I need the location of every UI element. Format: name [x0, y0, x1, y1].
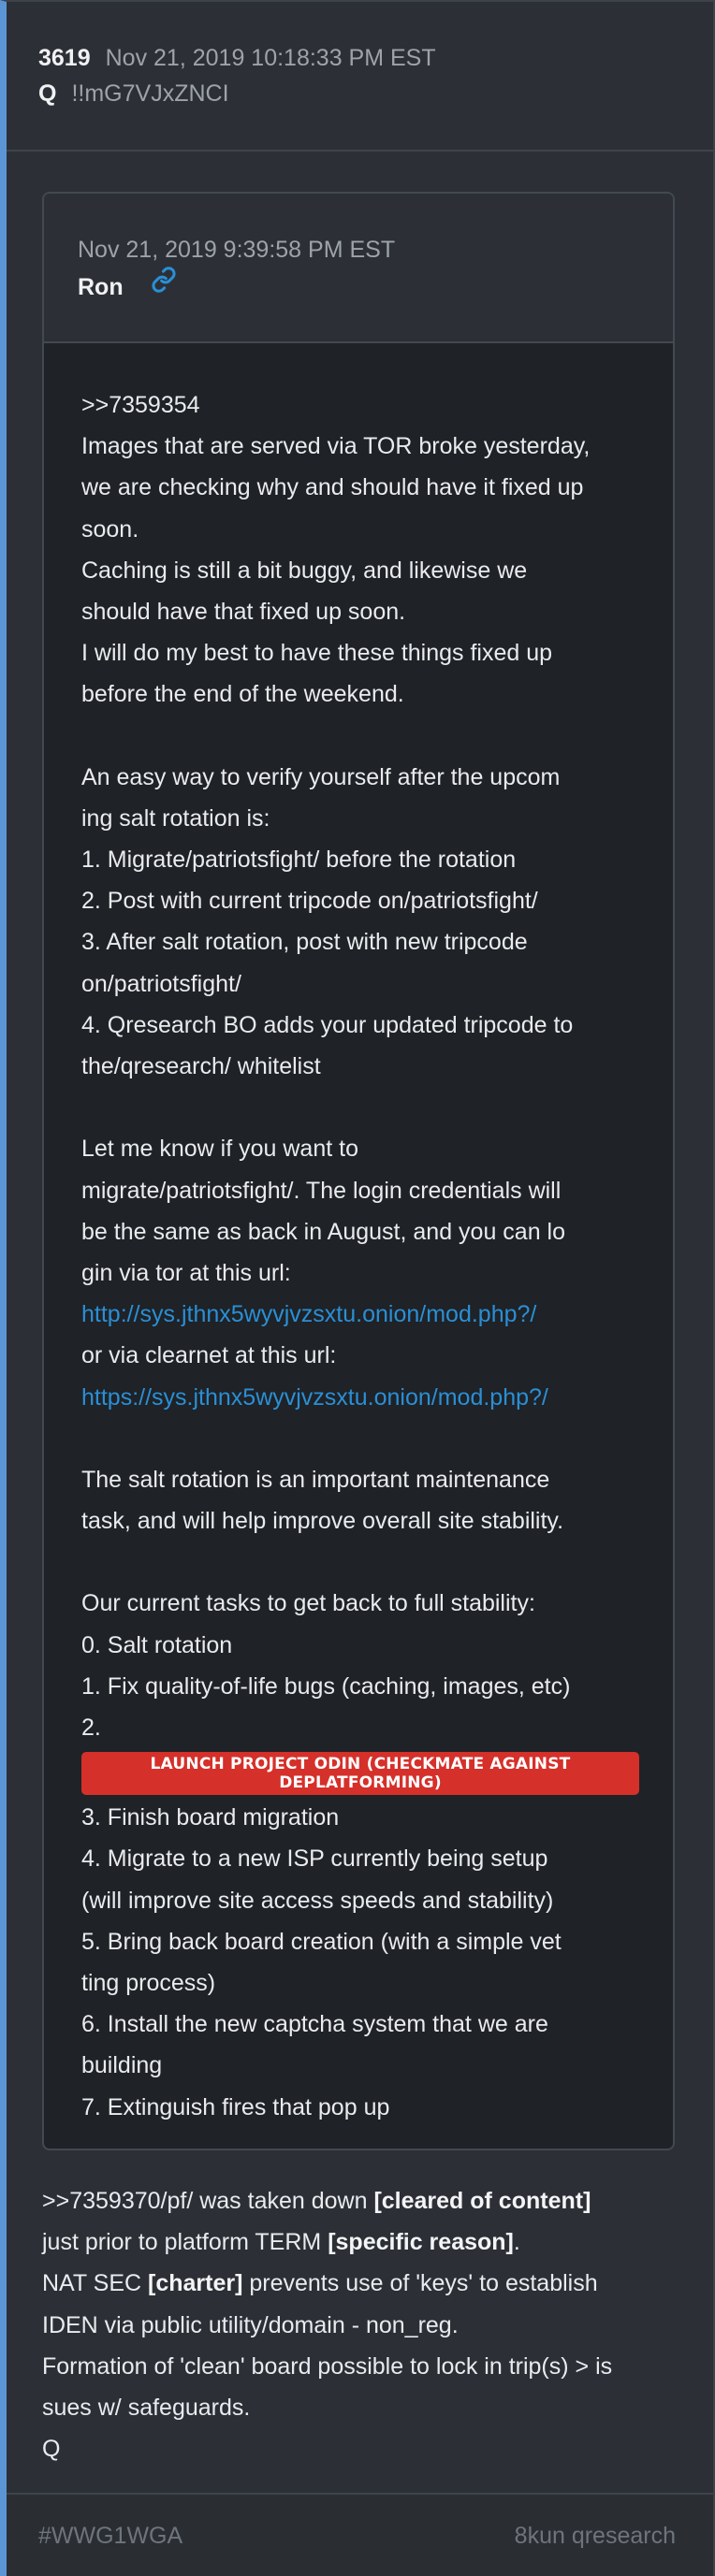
message-line: Formation of 'clean' board possible to l…: [42, 2352, 613, 2380]
text-line: before the end of the weekend.: [81, 681, 404, 708]
message-line: IDEN via public utility/domain - non_reg…: [42, 2311, 459, 2338]
text-line: Our current tasks to get back to full st…: [81, 1590, 535, 1617]
post-reference-link: >>7359370/pf/ was taken down: [42, 2188, 374, 2214]
text-line: 0. Salt rotation: [81, 1631, 233, 1658]
text-line: 1. Fix quality-of-life bugs (caching, im…: [81, 1672, 571, 1700]
link-icon[interactable]: [151, 265, 177, 306]
post-header: 3619 Nov 21, 2019 10:18:33 PM EST Q !!mG7V…: [7, 2, 713, 152]
text-line: task, and will help improve overall site…: [81, 1508, 564, 1535]
post-message: >>7359370/pf/ was taken down [cleared of…: [42, 2180, 697, 2469]
text-line: 1. Migrate/patriotsfight/ before the rot…: [81, 847, 517, 874]
text-line: 4. Qresearch BO adds your updated tripco…: [81, 1011, 574, 1038]
quoted-post-date: Nov 21, 2019 9:39:58 PM EST: [78, 237, 396, 263]
quoted-post-body: >>7359354 Images that are served via TOR …: [44, 343, 673, 2128]
message-line: just prior to platform TERM [specific re…: [42, 2221, 697, 2263]
text-line: An easy way to verify yourself after the…: [81, 763, 561, 790]
text-line: (will improve site access speeds and sta…: [81, 1887, 554, 1914]
post-meta: 3619 Nov 21, 2019 10:18:33 PM EST: [38, 41, 713, 75]
text-line: The salt rotation is an important mainte…: [81, 1466, 550, 1493]
bold-note: [specific reason]: [328, 2229, 514, 2256]
text-line: >>7359354: [81, 392, 200, 418]
message-line: >>7359370/pf/ was taken down [cleared of…: [42, 2180, 697, 2221]
text-line: [81, 1418, 639, 1459]
message-line: sues w/ safeguards.: [42, 2394, 251, 2421]
text-line: ing salt rotation is:: [81, 804, 270, 832]
text-line: Images that are served via TOR broke yes…: [81, 433, 591, 460]
hashtag[interactable]: #WWG1WGA: [38, 2523, 182, 2550]
bold-note: [cleared of content]: [373, 2188, 591, 2214]
clearnet-url-link[interactable]: https://sys.jthnx5wyvjvzsxtu.onion/mod.p…: [81, 1377, 639, 1418]
quoted-post-header: Nov 21, 2019 9:39:58 PM EST Ron: [44, 194, 673, 343]
text-line: Caching is still a bit buggy, and likewi…: [81, 557, 528, 584]
text-line: we are checking why and should have it f…: [81, 474, 584, 501]
text-line: 2.: [81, 1715, 101, 1741]
text-line: on/patriotsfight/: [81, 970, 241, 997]
text-line: 3. After salt rotation, post with new tr…: [81, 929, 528, 956]
clearnet-intro: or via clearnet at this url:: [81, 1342, 337, 1369]
quoted-text-block: >>7359354 Images that are served via TOR …: [81, 384, 639, 1294]
tor-url-link[interactable]: http://sys.jthnx5wyvjvzsxtu.onion/mod.ph…: [81, 1294, 639, 1335]
text-line: Let me know if you want to: [81, 1136, 358, 1163]
post-tripcode: !!mG7VJxZNCI: [71, 80, 229, 107]
text-line: the/qresearch/ whitelist: [81, 1053, 321, 1079]
text-line: 3. Finish board migration: [81, 1804, 340, 1831]
text-line: migrate/patriotsfight/. The login creden…: [81, 1177, 562, 1204]
text-line: 6. Install the new captcha system that w…: [81, 2011, 548, 2038]
quoted-post-author-line: Ron: [78, 267, 673, 308]
message-text: just prior to platform TERM: [42, 2229, 328, 2256]
post-author: Q: [38, 80, 57, 107]
text-line: building: [81, 2052, 163, 2079]
message-line: NAT SEC [charter] prevents use of 'keys'…: [42, 2263, 697, 2304]
text-line: be the same as back in August, and you c…: [81, 1218, 566, 1245]
text-line: gin via tor at this url:: [81, 1259, 291, 1286]
text-line: I will do my best to have these things f…: [81, 640, 553, 667]
text-line: ting process): [81, 1969, 216, 1996]
quoted-task-list: The salt rotation is an important mainte…: [81, 1418, 639, 1749]
bold-note: [charter]: [148, 2270, 243, 2297]
text-line: 5. Bring back board creation (with a sim…: [81, 1928, 562, 1955]
message-text: .: [513, 2229, 520, 2256]
source-label: 8kun qresearch: [514, 2523, 676, 2549]
text-line: [81, 1541, 639, 1583]
post-author-line: Q !!mG7VJxZNCI: [38, 75, 713, 112]
message-signature: Q: [42, 2436, 61, 2463]
project-odin-banner: LAUNCH PROJECT ODIN (CHECKMATE AGAINST D…: [81, 1752, 639, 1796]
post-footer: #WWG1WGA 8kun qresearch: [7, 2493, 713, 2576]
q-drop-card: 3619 Nov 21, 2019 10:18:33 PM EST Q !!mG7V…: [0, 0, 715, 2576]
text-line: [81, 1087, 639, 1128]
quoted-task-list-continued: 3. Finish board migration 4. Migrate to a…: [81, 1797, 639, 2128]
message-text: NAT SEC: [42, 2270, 148, 2297]
message-text: prevents use of 'keys' to establish: [242, 2270, 598, 2297]
text-line: 7. Extinguish fires that pop up: [81, 2093, 390, 2120]
text-line: soon.: [81, 515, 139, 543]
quoted-post: Nov 21, 2019 9:39:58 PM EST Ron >>735935…: [42, 192, 675, 2150]
text-line: 2. Post with current tripcode on/patriot…: [81, 888, 538, 915]
post-date: Nov 21, 2019 10:18:33 PM EST: [105, 45, 436, 71]
text-line: should have that fixed up soon.: [81, 598, 406, 625]
text-line: 4. Migrate to a new ISP currently being …: [81, 1845, 548, 1873]
quoted-post-author: Ron: [78, 274, 124, 300]
post-number: 3619: [38, 45, 91, 71]
text-line: [81, 716, 639, 757]
